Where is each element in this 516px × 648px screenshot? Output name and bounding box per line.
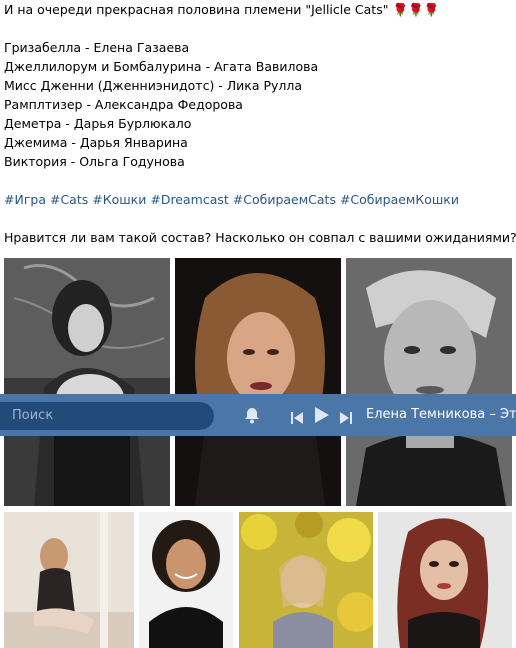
hashtags: #Игра #Cats #Кошки #Dreamcast #СобираемC… [4,190,512,209]
cast-line: Гризабелла - Елена Газаева [4,40,190,55]
photo-woman-sitting-floor[interactable] [4,512,134,648]
cast-line: Джемима - Дарья Январина [4,135,188,150]
hashtag-link[interactable]: #СобираемCats [233,192,336,207]
rose-icon: 🌹🌹🌹 [392,2,440,17]
play-icon[interactable] [315,407,329,427]
prev-track-icon[interactable] [291,409,303,428]
hashtag-link[interactable]: #Кошки [92,192,146,207]
intro-text: И на очереди прекрасная половина племени… [4,2,389,17]
photo-woman-curly-hair[interactable] [139,512,233,648]
search-placeholder: Поиск [12,408,54,423]
hashtag-link[interactable]: #Dreamcast [150,192,228,207]
hashtag-link[interactable]: #СобираемКошки [340,192,459,207]
photo-woman-black-white-short-hair[interactable] [346,258,512,506]
photo-woman-black-white-1[interactable] [4,258,170,506]
search-input[interactable]: Поиск [0,402,214,430]
hashtag-link[interactable]: #Cats [50,192,88,207]
now-playing-track[interactable]: Елена Темникова – Это п [366,394,516,436]
photo-woman-red-hair[interactable] [378,512,512,648]
cast-line: Рамплтизер - Александра Федорова [4,97,243,112]
photo-girl-yellow-leaves[interactable] [239,512,373,648]
next-track-icon[interactable] [340,409,352,428]
cast-line: Мисс Дженни (Дженниэнидотс) - Лика Рулла [4,78,303,93]
post-question: Нравится ли вам такой состав? Насколько … [4,230,516,245]
hashtag-link[interactable]: #Игра [4,192,46,207]
post-intro: И на очереди прекрасная половина племени… [4,0,512,19]
cast-line: Деметра - Дарья Бурлюкало [4,116,192,131]
cast-line: Виктория - Ольга Годунова [4,154,185,169]
photo-woman-portrait-dark[interactable] [175,258,341,506]
cast-line: Джеллилорум и Бомбалурина - Агата Вавило… [4,59,319,74]
post-text: И на очереди прекрасная половина племени… [4,0,516,247]
audio-player-bar: Поиск Елена Темникова – Это п [0,394,516,436]
bell-icon[interactable] [243,406,261,428]
